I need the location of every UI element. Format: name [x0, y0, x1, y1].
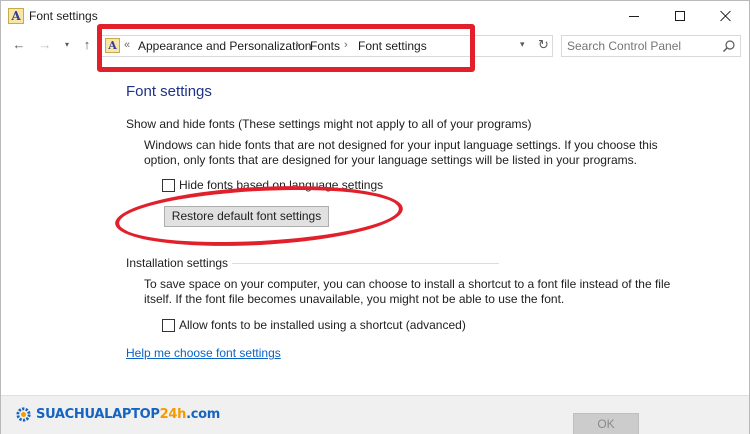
up-button[interactable]: ↑: [79, 37, 95, 53]
search-icon[interactable]: [722, 39, 736, 53]
show-hide-description-line1: Windows can hide fonts that are not desi…: [144, 138, 658, 152]
minimize-button[interactable]: [611, 1, 657, 31]
font-settings-window: A Font settings ← → ▾ ↑ A « Appearance a…: [0, 0, 750, 434]
main-content: Font settings Show and hide fonts (These…: [1, 61, 749, 434]
brand-suffix-text: .com: [186, 407, 221, 422]
refresh-icon[interactable]: ↻: [538, 37, 549, 53]
search-box[interactable]: [561, 35, 741, 57]
page-title: Font settings: [126, 83, 212, 100]
close-button[interactable]: [703, 1, 749, 31]
help-choose-font-settings-link[interactable]: Help me choose font settings: [126, 346, 281, 360]
annotation-highlight-rectangle: [97, 24, 475, 72]
hide-fonts-checkbox[interactable]: [162, 178, 175, 192]
close-icon: [720, 10, 732, 22]
back-button[interactable]: ←: [11, 37, 27, 53]
installation-description-line2: itself. If the font file becomes unavail…: [144, 292, 565, 306]
ok-button[interactable]: OK: [573, 413, 639, 434]
maximize-button[interactable]: [657, 1, 703, 31]
installation-description-line1: To save space on your computer, you can …: [144, 277, 671, 291]
allow-shortcut-checkbox-row[interactable]: Allow fonts to be installed using a shor…: [162, 318, 466, 332]
maximize-icon: [675, 11, 685, 21]
gear-icon: [16, 407, 31, 422]
allow-shortcut-checkbox[interactable]: [162, 318, 175, 332]
arrow-left-icon: ←: [12, 37, 26, 52]
minimize-icon: [629, 15, 639, 17]
show-hide-heading: Show and hide fonts (These settings migh…: [126, 117, 536, 131]
chevron-down-icon: ▾: [64, 40, 69, 49]
show-hide-description-line2: option, only fonts that are designed for…: [144, 153, 637, 167]
arrow-up-icon: ↑: [83, 37, 91, 52]
watermark-logo: SUACHUALAPTOP 24h .com: [15, 406, 220, 423]
brand-main-text: SUACHUALAPTOP: [36, 407, 160, 422]
search-input[interactable]: [567, 38, 717, 54]
brand-accent-text: 24h: [159, 407, 187, 422]
recent-locations-button[interactable]: ▾: [59, 37, 75, 53]
font-app-icon: A: [8, 8, 24, 24]
window-title: Font settings: [29, 9, 98, 23]
forward-button[interactable]: →: [37, 37, 53, 53]
allow-shortcut-label[interactable]: Allow fonts to be installed using a shor…: [179, 318, 466, 332]
installation-settings-heading: Installation settings: [126, 256, 233, 270]
address-dropdown-icon[interactable]: ▾: [520, 39, 525, 50]
arrow-right-icon: →: [38, 37, 52, 52]
dialog-footer: SUACHUALAPTOP 24h .com OK: [1, 395, 749, 434]
